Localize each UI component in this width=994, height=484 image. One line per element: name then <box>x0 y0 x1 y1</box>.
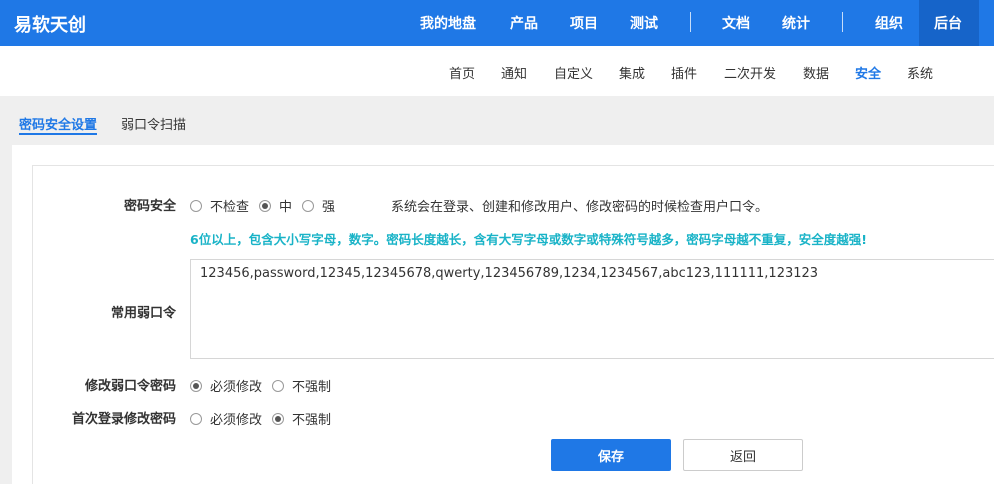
radio-label: 强 <box>322 200 336 215</box>
radio-strong[interactable]: 强 <box>302 196 335 215</box>
radio-medium[interactable]: 中 <box>259 196 292 215</box>
subnav-item-notify[interactable]: 通知 <box>501 63 527 82</box>
nav-item-org[interactable]: 组织 <box>875 13 903 33</box>
nav-item-test[interactable]: 测试 <box>630 13 658 33</box>
subnav-item-custom[interactable]: 自定义 <box>554 63 593 82</box>
radio-must-change-first[interactable]: 必须修改 <box>190 409 262 428</box>
nav-divider <box>842 12 843 32</box>
radio-circle <box>190 199 202 212</box>
radio-circle-checked <box>259 199 271 212</box>
save-button[interactable]: 保存 <box>551 439 671 471</box>
weak-password-textarea[interactable]: 123456,password,12345,12345678,qwerty,12… <box>190 259 994 359</box>
password-security-label: 密码安全 <box>123 199 176 214</box>
subnav-item-dev[interactable]: 二次开发 <box>724 63 776 82</box>
radio-not-force-weak[interactable]: 不强制 <box>272 376 331 395</box>
weak-password-label: 常用弱口令 <box>110 306 176 321</box>
subnav-item-home[interactable]: 首页 <box>449 63 475 82</box>
nav-item-stats[interactable]: 统计 <box>782 13 810 33</box>
radio-label: 不强制 <box>292 413 332 428</box>
radio-label: 必须修改 <box>210 413 263 428</box>
radio-label: 不检查 <box>210 200 250 215</box>
radio-label: 不强制 <box>292 380 332 395</box>
radio-circle <box>302 199 314 212</box>
radio-not-force-first[interactable]: 不强制 <box>272 409 331 428</box>
radio-label: 必须修改 <box>210 380 263 395</box>
nav-item-product[interactable]: 产品 <box>510 13 538 33</box>
tab-password-settings[interactable]: 密码安全设置 <box>19 114 97 133</box>
back-button[interactable]: 返回 <box>683 439 803 471</box>
sub-navbar: 首页 通知 自定义 集成 插件 二次开发 数据 安全 系统 <box>0 46 994 96</box>
tab-weak-password-scan[interactable]: 弱口令扫描 <box>121 114 186 133</box>
radio-label: 中 <box>279 200 293 215</box>
radio-must-change-weak[interactable]: 必须修改 <box>190 376 262 395</box>
radio-circle <box>190 412 202 425</box>
subnav-item-security[interactable]: 安全 <box>855 63 881 82</box>
nav-item-project[interactable]: 项目 <box>570 13 598 33</box>
first-login-change-label: 首次登录修改密码 <box>71 412 176 427</box>
radio-circle-checked <box>272 412 284 425</box>
radio-circle-checked <box>190 379 202 392</box>
active-tab-underline <box>19 133 97 135</box>
top-navbar: 易软天创 我的地盘 产品 项目 测试 文档 统计 组织 后台 <box>0 0 994 46</box>
nav-item-doc[interactable]: 文档 <box>722 13 750 33</box>
radio-no-check[interactable]: 不检查 <box>190 196 249 215</box>
password-security-hint: 系统会在登录、创建和修改用户、修改密码的时候检查用户口令。 <box>391 200 769 215</box>
radio-circle <box>272 379 284 392</box>
subnav-item-integration[interactable]: 集成 <box>619 63 645 82</box>
nav-item-admin[interactable]: 后台 <box>934 13 962 33</box>
password-strength-tip: 6位以上，包含大小写字母，数字。密码长度越长，含有大写字母或数字或特殊符号越多，… <box>190 232 867 247</box>
change-weak-password-label: 修改弱口令密码 <box>84 379 176 394</box>
subnav-item-system[interactable]: 系统 <box>907 63 933 82</box>
nav-item-my[interactable]: 我的地盘 <box>420 13 476 33</box>
top-nav: 我的地盘 产品 项目 测试 文档 统计 组织 后台 <box>0 0 994 46</box>
subnav-item-data[interactable]: 数据 <box>803 63 829 82</box>
subnav-item-plugin[interactable]: 插件 <box>671 63 697 82</box>
nav-divider <box>690 12 691 32</box>
